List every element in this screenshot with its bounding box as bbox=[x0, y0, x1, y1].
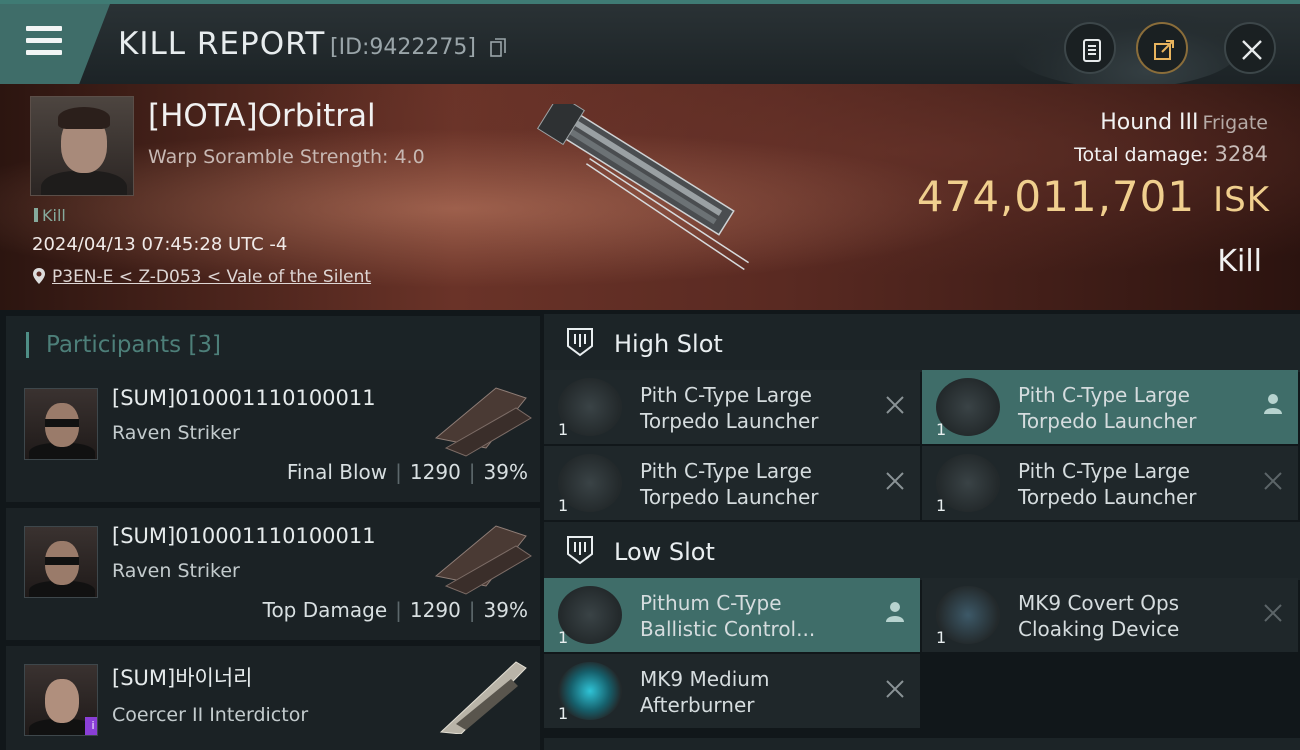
module-name: Pith C-Type Large Torpedo Launcher bbox=[1018, 383, 1197, 433]
module-quantity: 1 bbox=[558, 704, 569, 723]
participant-name: [SUM]바이너리 bbox=[112, 666, 253, 690]
module-slot[interactable]: 1 Pith C-Type Large Torpedo Launcher bbox=[544, 370, 920, 444]
module-slot[interactable]: 1 Pith C-Type Large Torpedo Launcher bbox=[922, 446, 1298, 520]
destroyed-icon bbox=[1264, 472, 1282, 490]
participant-avatar[interactable]: i bbox=[24, 664, 98, 736]
kill-tag-label: Kill bbox=[42, 206, 66, 225]
copy-icon[interactable] bbox=[490, 38, 506, 58]
total-damage-value: 3284 bbox=[1214, 142, 1268, 166]
participants-panel: Participants [3] [SUM]010001110100011 Ra… bbox=[0, 310, 540, 750]
module-slot[interactable]: 1 Pithum C-Type Ballistic Control... bbox=[544, 578, 920, 652]
warp-scramble-strength: Warp Soramble Strength: 4.0 bbox=[148, 146, 425, 168]
ship-name-text: Hound III bbox=[1100, 110, 1199, 135]
ship-class: Frigate bbox=[1202, 112, 1268, 134]
participants-header: Participants [3] bbox=[6, 316, 540, 374]
dropped-icon bbox=[1264, 394, 1282, 414]
next-section-header bbox=[544, 738, 1300, 750]
kill-datetime: 2024/04/13 07:45:28 UTC -4 bbox=[32, 234, 288, 255]
module-quantity: 1 bbox=[936, 628, 947, 647]
module-quantity: 1 bbox=[558, 628, 569, 647]
share-button[interactable] bbox=[1136, 22, 1188, 74]
report-result: Kill bbox=[1217, 244, 1262, 279]
participant-name: [SUM]010001110100011 bbox=[112, 524, 376, 548]
destroyed-icon bbox=[886, 396, 904, 414]
dropped-icon bbox=[886, 602, 904, 622]
participants-title: Participants [3] bbox=[46, 332, 222, 358]
close-button[interactable] bbox=[1224, 22, 1276, 74]
participant-row[interactable]: [SUM]010001110100011 Raven Striker Final… bbox=[6, 370, 540, 502]
module-quantity: 1 bbox=[936, 420, 947, 439]
menu-icon bbox=[26, 26, 62, 56]
participant-avatar[interactable] bbox=[24, 526, 98, 598]
module-slot[interactable]: 1 Pith C-Type Large Torpedo Launcher bbox=[922, 370, 1298, 444]
low-slot-icon bbox=[567, 536, 593, 565]
participant-ship-icon bbox=[434, 387, 532, 457]
module-quantity: 1 bbox=[936, 496, 947, 515]
clipboard-icon bbox=[1083, 39, 1101, 62]
victim-ship-image bbox=[536, 104, 749, 271]
report-id: [ID:9422275] bbox=[330, 35, 476, 60]
victim-portrait[interactable] bbox=[30, 96, 134, 196]
location-pin-icon bbox=[33, 268, 45, 284]
high-slot-icon bbox=[567, 328, 593, 357]
module-slot[interactable]: 1 MK9 Medium Afterburner bbox=[544, 654, 920, 728]
participant-ship: Raven Striker bbox=[112, 560, 240, 582]
module-name: Pith C-Type Large Torpedo Launcher bbox=[640, 383, 819, 433]
total-damage-label: Total damage: bbox=[1074, 144, 1209, 166]
participant-ship: Coercer II Interdictor bbox=[112, 704, 309, 726]
destroyed-icon bbox=[1264, 604, 1282, 622]
module-name: Pith C-Type Large Torpedo Launcher bbox=[640, 459, 819, 509]
isk-amount: 474,011,701 bbox=[916, 172, 1196, 221]
module-slot[interactable]: 1 Pith C-Type Large Torpedo Launcher bbox=[544, 446, 920, 520]
module-name: Pithum C-Type Ballistic Control... bbox=[640, 591, 816, 641]
menu-button[interactable] bbox=[0, 4, 110, 84]
participant-stats: Final Blow | 1290 | 39% bbox=[286, 460, 528, 484]
module-quantity: 1 bbox=[558, 420, 569, 439]
page-title: KILL REPORT bbox=[118, 26, 326, 62]
module-name: MK9 Medium Afterburner bbox=[640, 667, 770, 717]
low-slot-title: Low Slot bbox=[614, 538, 715, 566]
participant-stats: Top Damage | 1290 | 39% bbox=[262, 598, 528, 622]
isk-unit: ISK bbox=[1213, 180, 1270, 220]
participant-ship-icon bbox=[439, 661, 527, 734]
kill-header: [HOTA]Orbitral Warp Soramble Strength: 4… bbox=[0, 84, 1300, 310]
high-slot-title: High Slot bbox=[614, 330, 723, 358]
low-slot-header: Low Slot bbox=[544, 522, 1300, 580]
destroyed-icon bbox=[886, 680, 904, 698]
module-quantity: 1 bbox=[558, 496, 569, 515]
share-icon bbox=[1154, 40, 1174, 60]
info-badge: i bbox=[85, 717, 97, 735]
participant-name: [SUM]010001110100011 bbox=[112, 386, 376, 410]
close-icon bbox=[1242, 40, 1262, 60]
location-link[interactable]: P3EN-E < Z-D053 < Vale of the Silent bbox=[52, 267, 371, 287]
total-damage: Total damage: 3284 bbox=[1074, 142, 1268, 166]
module-name: Pith C-Type Large Torpedo Launcher bbox=[1018, 459, 1197, 509]
high-slot-header: High Slot bbox=[544, 314, 1300, 372]
planet-decoration bbox=[1010, 8, 1240, 88]
participant-avatar[interactable] bbox=[24, 388, 98, 460]
participant-ship-icon bbox=[434, 525, 532, 595]
clipboard-button[interactable] bbox=[1064, 22, 1116, 74]
participant-row[interactable]: i [SUM]바이너리 Coercer II Interdictor bbox=[6, 646, 540, 750]
kill-tag: Kill bbox=[34, 206, 66, 225]
victim-ship-name[interactable]: Hound III Frigate bbox=[1100, 110, 1268, 135]
title-bar: KILL REPORT [ID:9422275] bbox=[0, 0, 1300, 88]
module-slot[interactable]: 1 MK9 Covert Ops Cloaking Device bbox=[922, 578, 1298, 652]
participant-row[interactable]: [SUM]010001110100011 Raven Striker Top D… bbox=[6, 508, 540, 640]
fitting-panel: High Slot 1 Pith C-Type Large Torpedo Lau… bbox=[540, 310, 1300, 750]
victim-name[interactable]: [HOTA]Orbitral bbox=[148, 98, 376, 134]
destroyed-icon bbox=[886, 472, 904, 490]
isk-value: 474,011,701 ISK bbox=[917, 172, 1270, 221]
module-name: MK9 Covert Ops Cloaking Device bbox=[1018, 591, 1180, 641]
participant-ship: Raven Striker bbox=[112, 422, 240, 444]
kill-location[interactable]: P3EN-E < Z-D053 < Vale of the Silent bbox=[32, 267, 371, 287]
